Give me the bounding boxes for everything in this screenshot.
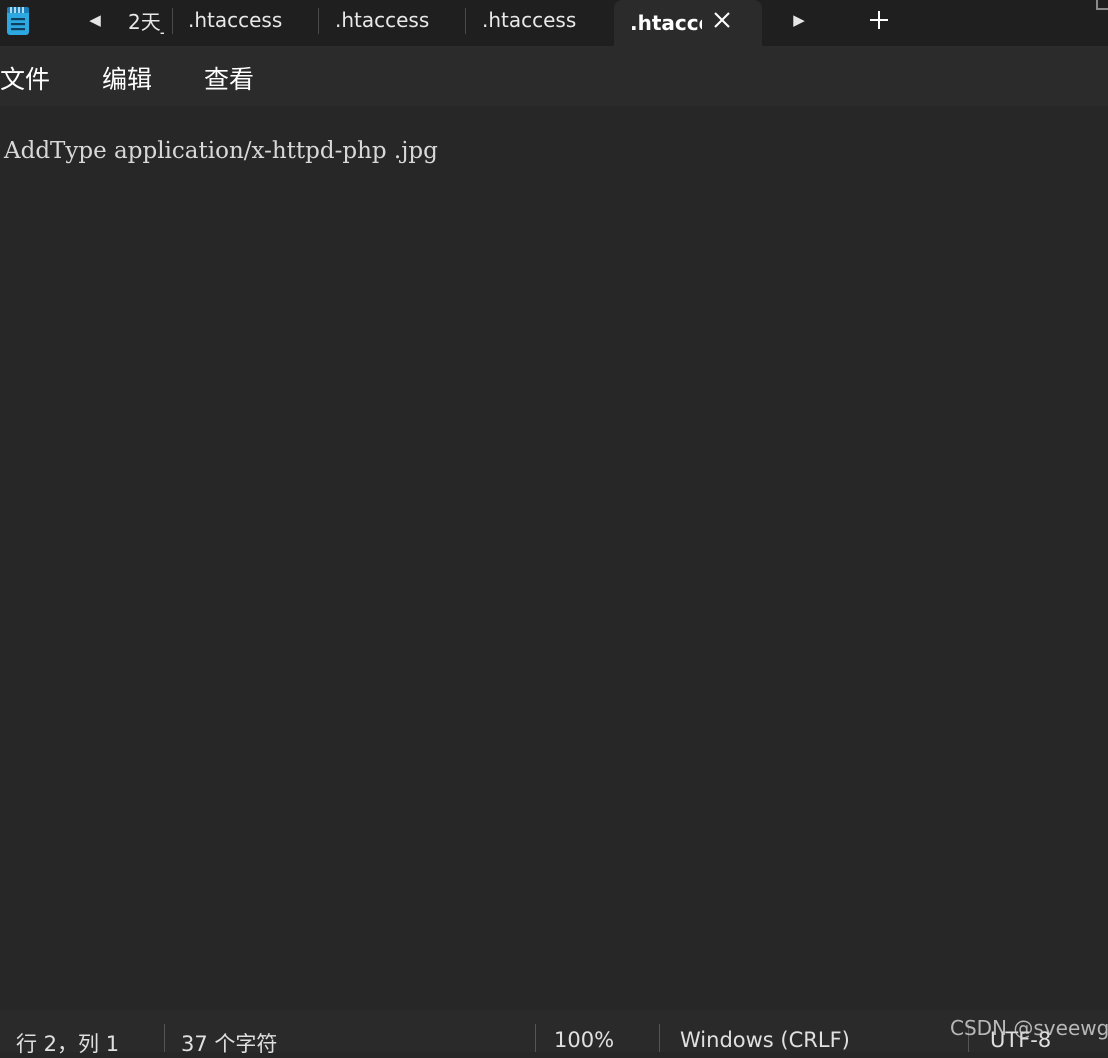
text-editor-area[interactable]: AddType application/x-httpd-php .jpg [0,106,1108,1010]
tab-label: .htaccess [188,8,283,32]
character-count: 37 个字符 [181,1032,278,1056]
triangle-right-icon: ▶ [793,11,805,29]
scroll-tabs-left-button[interactable]: ◀ [82,6,108,34]
editor-text-line: AddType application/x-httpd-php .jpg [4,138,438,164]
line-ending[interactable]: Windows (CRLF) [680,1028,850,1052]
window-corner-decoration [1096,0,1108,10]
cursor-position: 行 2，列 1 [16,1032,120,1056]
tab-bar: ◀ 2天_ .htaccess .htaccess .htaccess .hta… [0,0,1108,46]
menu-file[interactable]: 文件 [0,60,50,96]
tab-3[interactable]: .htaccess [335,0,429,40]
tab-divider [172,8,173,34]
watermark: CSDN @sveewg [950,1016,1108,1040]
tab-1[interactable]: 2天_ [128,0,164,40]
status-divider [659,1024,660,1052]
zoom-level[interactable]: 100% [554,1028,614,1052]
tab-5-active[interactable]: .htaccess [614,0,762,46]
close-icon [714,12,730,28]
new-tab-button[interactable] [864,5,894,35]
menu-bar: 文件 编辑 查看 [0,46,1108,106]
close-tab-button[interactable] [708,6,736,34]
status-bar: 行 2，列 1 37 个字符 100% Windows (CRLF) UTF-8 [0,1010,1108,1056]
notepad-icon [4,6,32,36]
status-divider [164,1024,165,1052]
tab-2[interactable]: .htaccess [188,0,282,40]
status-divider [535,1024,536,1052]
scroll-tabs-right-button[interactable]: ▶ [786,6,812,34]
tab-label: 2天_ [128,9,164,34]
tab-label: .htaccess [335,8,430,32]
menu-edit[interactable]: 编辑 [102,60,152,96]
tab-divider [465,8,466,34]
triangle-left-icon: ◀ [89,11,101,29]
plus-icon [870,11,888,29]
tab-divider [318,8,319,34]
tab-label: .htaccess [482,8,577,32]
tab-label: .htaccess [630,11,702,35]
tab-4[interactable]: .htaccess [482,0,576,40]
menu-view[interactable]: 查看 [204,60,254,96]
